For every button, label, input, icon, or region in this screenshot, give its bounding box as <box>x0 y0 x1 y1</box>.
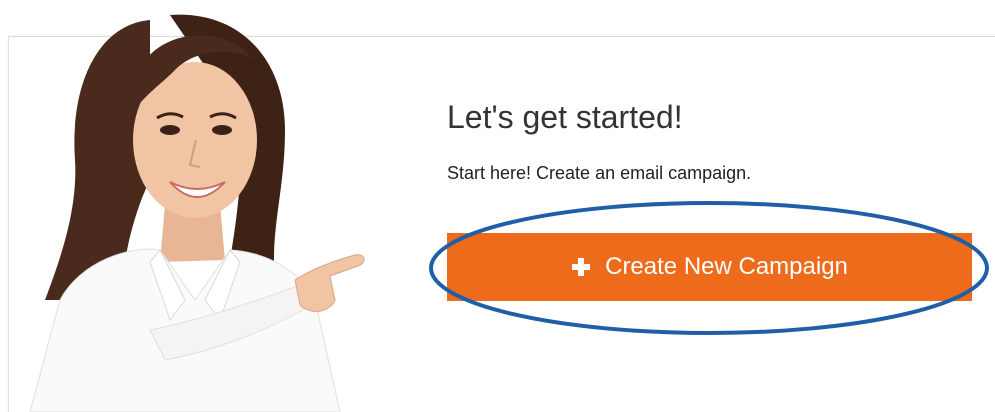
create-new-campaign-label: Create New Campaign <box>605 253 848 280</box>
plus-icon <box>571 257 591 277</box>
onboarding-screen: Let's get started! Start here! Create an… <box>0 0 995 412</box>
page-subtitle: Start here! Create an email campaign. <box>447 163 752 183</box>
page-title: Let's get started! <box>447 99 683 135</box>
woman-pointing-image <box>29 14 365 412</box>
create-new-campaign-button[interactable]: Create New Campaign <box>447 233 972 301</box>
